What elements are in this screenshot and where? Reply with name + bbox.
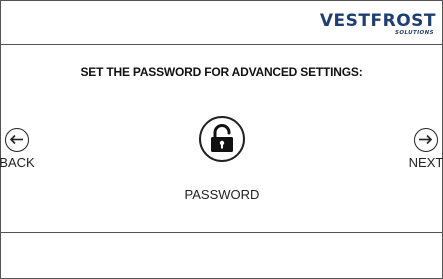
- unlocked-padlock-icon: [199, 116, 245, 162]
- back-label: BACK: [0, 155, 35, 170]
- password-button[interactable]: PASSWORD: [181, 116, 277, 211]
- footer-divider: [1, 232, 442, 233]
- next-button[interactable]: NEXT: [402, 128, 443, 170]
- page-title: SET THE PASSWORD FOR ADVANCED SETTINGS:: [80, 65, 363, 79]
- arrow-right-icon: [414, 128, 438, 152]
- password-label: PASSWORD: [184, 187, 260, 202]
- vestfrost-logo: VESTFROST SOLUTIONS: [306, 12, 436, 42]
- header-bar: VESTFROST SOLUTIONS: [1, 1, 442, 45]
- back-button[interactable]: BACK: [0, 128, 41, 170]
- screen-frame: VESTFROST SOLUTIONS SET THE PASSWORD FOR…: [0, 0, 443, 279]
- next-label: NEXT: [408, 155, 443, 170]
- logo-sub-text: SOLUTIONS: [395, 30, 434, 36]
- logo-main-text: VESTFROST: [319, 11, 436, 31]
- arrow-left-icon: [5, 128, 29, 152]
